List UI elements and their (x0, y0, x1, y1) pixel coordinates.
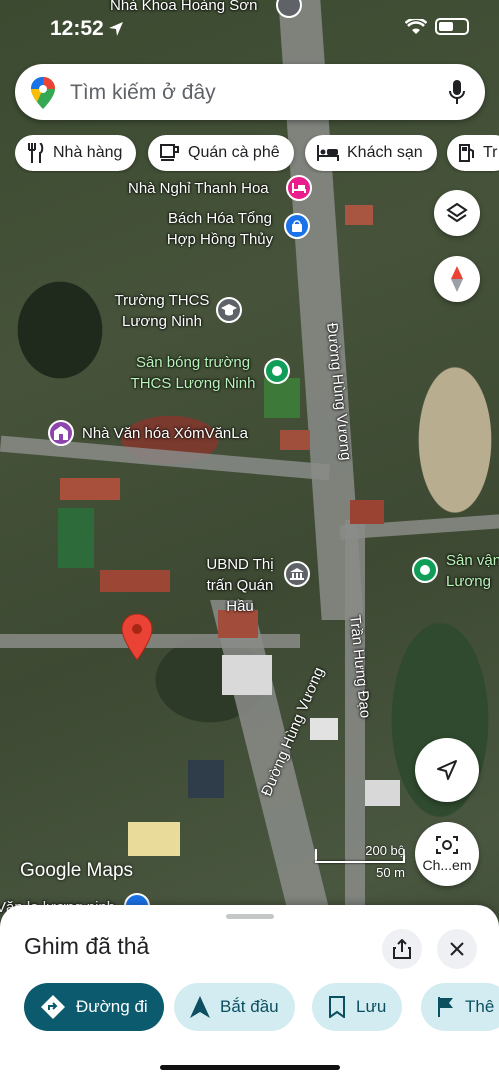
google-maps-logo-icon (31, 77, 55, 109)
stadium-field (264, 378, 300, 418)
place-label-culture-house[interactable]: Nhà Văn hóa XómVănLa (82, 423, 248, 444)
gas-station-icon (459, 144, 474, 162)
chip-cafes[interactable]: Quán cà phê (148, 135, 294, 171)
culture-house-pin-icon[interactable] (48, 420, 74, 446)
location-arrow-icon (109, 22, 123, 36)
navigation-start-icon (190, 996, 210, 1018)
add-label-label: Thê (465, 997, 495, 1016)
school-field (58, 508, 94, 568)
building (100, 570, 170, 592)
building (345, 205, 373, 225)
bottom-sheet[interactable]: Ghim đã thả Đường đi Bắt đầu Lưu Thê (0, 905, 499, 1080)
scale-imperial: 200 bộ (365, 843, 405, 858)
sheet-drag-handle[interactable] (226, 914, 274, 919)
bookmark-icon (329, 996, 345, 1018)
home-indicator (160, 1065, 340, 1070)
coffee-icon (160, 144, 179, 161)
flag-icon (438, 997, 453, 1017)
place-label-school[interactable]: Trường THCS Lương Ninh (104, 290, 220, 332)
directions-label: Đường đi (76, 997, 148, 1016)
stadium-pin-icon[interactable] (264, 358, 290, 384)
chip-restaurants[interactable]: Nhà hàng (15, 135, 137, 171)
place-label-stadium[interactable]: Sân bóng trường THCS Lương Ninh (122, 352, 264, 394)
camera-search-button[interactable]: Ch...em (415, 822, 479, 886)
shopping-pin-icon[interactable] (284, 213, 310, 239)
building (280, 430, 310, 450)
place-label-sports-right[interactable]: Sân vận Lương (446, 550, 499, 592)
directions-icon (41, 995, 65, 1019)
start-label: Bắt đầu (220, 997, 279, 1016)
search-bar[interactable]: Tìm kiếm ở đây (15, 64, 485, 120)
compass-button[interactable] (434, 256, 480, 302)
share-icon (393, 939, 411, 959)
building (350, 500, 384, 524)
layers-icon (446, 202, 468, 223)
navigation-arrow-icon (437, 760, 457, 780)
place-label-top[interactable]: Nhà Khoa Hoàng Sơn (110, 0, 257, 16)
compass-icon (451, 266, 463, 292)
chip-label: Khách sạn (347, 144, 423, 161)
dropped-pin-icon[interactable] (121, 614, 153, 660)
building (60, 478, 120, 500)
chip-hotels[interactable]: Khách sạn (305, 135, 437, 171)
directions-button[interactable]: Đường đi (24, 983, 164, 1031)
camera-label: Ch...em (422, 857, 472, 873)
save-label: Lưu (356, 997, 387, 1016)
my-location-button[interactable] (415, 738, 479, 802)
scale-bar: 200 bộ 50 m (315, 843, 410, 883)
building (310, 718, 338, 740)
start-button[interactable]: Bắt đầu (174, 983, 295, 1031)
building (365, 780, 400, 806)
camera-lens-icon (436, 836, 458, 854)
hotel-icon (317, 145, 339, 161)
restaurant-icon (28, 143, 44, 163)
microphone-icon[interactable] (449, 80, 465, 106)
google-maps-attribution: Google Maps (20, 860, 134, 881)
chip-gas[interactable]: Tr (447, 135, 499, 171)
sheet-title: Ghim đã thả (24, 933, 150, 959)
chip-label: Quán cà phê (188, 144, 280, 161)
place-label-ubnd[interactable]: UBND Thị trấn Quán Hầu (198, 554, 282, 617)
close-icon (450, 942, 464, 956)
hotel-pin-icon[interactable] (286, 175, 312, 201)
building (188, 760, 224, 798)
chip-label: Tr (483, 144, 498, 161)
government-pin-icon[interactable] (284, 561, 310, 587)
sports-pin-icon[interactable] (412, 557, 438, 583)
building (128, 822, 180, 856)
place-label-guesthouse[interactable]: Nhà Nghỉ Thanh Hoa (128, 178, 269, 199)
share-button[interactable] (382, 929, 422, 969)
building (222, 655, 272, 695)
chip-label: Nhà hàng (53, 144, 123, 161)
save-button[interactable]: Lưu (312, 983, 403, 1031)
wifi-icon (405, 18, 427, 34)
layers-button[interactable] (434, 190, 480, 236)
search-input[interactable]: Tìm kiếm ở đây (70, 81, 216, 105)
close-button[interactable] (437, 929, 477, 969)
battery-icon (435, 18, 469, 35)
scale-metric: 50 m (376, 865, 405, 880)
category-chips: Nhà hàng Quán cà phê Khách sạn Tr (15, 135, 499, 173)
status-time: 12:52 (50, 17, 104, 40)
place-label-store[interactable]: Bách Hóa Tổng Hợp Hồng Thủy (158, 208, 282, 250)
school-pin-icon[interactable] (216, 297, 242, 323)
add-label-button[interactable]: Thê (421, 983, 499, 1031)
